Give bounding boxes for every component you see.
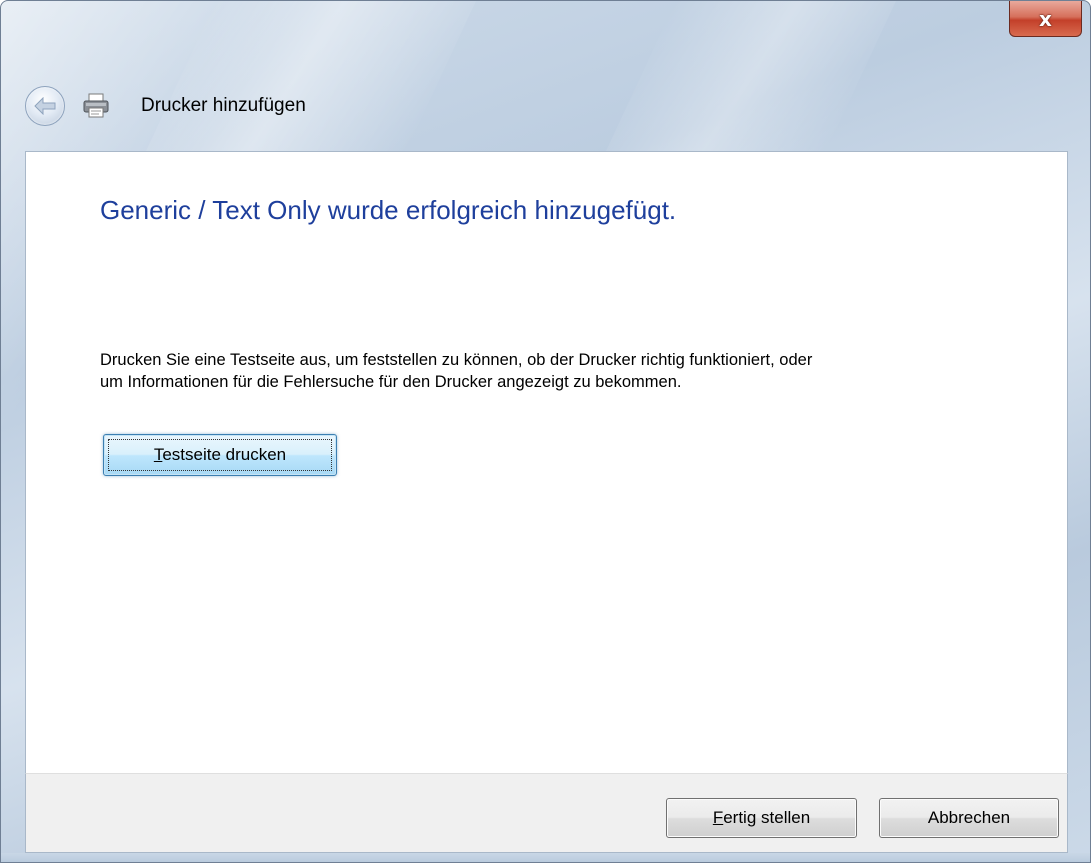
wizard-content: Generic / Text Only wurde erfolgreich hi… [25, 151, 1068, 773]
close-button[interactable]: x [1009, 1, 1082, 37]
focus-ring [108, 439, 332, 471]
back-button[interactable] [25, 86, 65, 126]
glass-highlight [606, 1, 896, 151]
close-icon: x [1039, 6, 1052, 31]
description-line: Drucken Sie eine Testseite aus, um fests… [100, 351, 813, 369]
button-label: Fertig stellen [712, 808, 811, 827]
title-bar: Drucker hinzufügen [25, 81, 306, 131]
description-text: Drucken Sie eine Testseite aus, um fests… [100, 349, 1060, 393]
printer-icon [81, 93, 111, 119]
description-line: um Informationen für die Fehlersuche für… [100, 373, 682, 391]
print-test-page-button[interactable]: Testseite drucken [103, 434, 337, 476]
window-bottom-border [1, 853, 1090, 862]
finish-button[interactable]: Fertig stellen [666, 798, 857, 838]
add-printer-window: x Drucker hinzufügen Generic / Text Only… [0, 0, 1091, 863]
window-title: Drucker hinzufügen [141, 95, 306, 116]
back-arrow-icon [34, 97, 56, 115]
cancel-button[interactable]: Abbrechen [879, 798, 1059, 838]
wizard-footer: Fertig stellen Abbrechen [25, 773, 1068, 853]
page-headline: Generic / Text Only wurde erfolgreich hi… [100, 195, 677, 225]
